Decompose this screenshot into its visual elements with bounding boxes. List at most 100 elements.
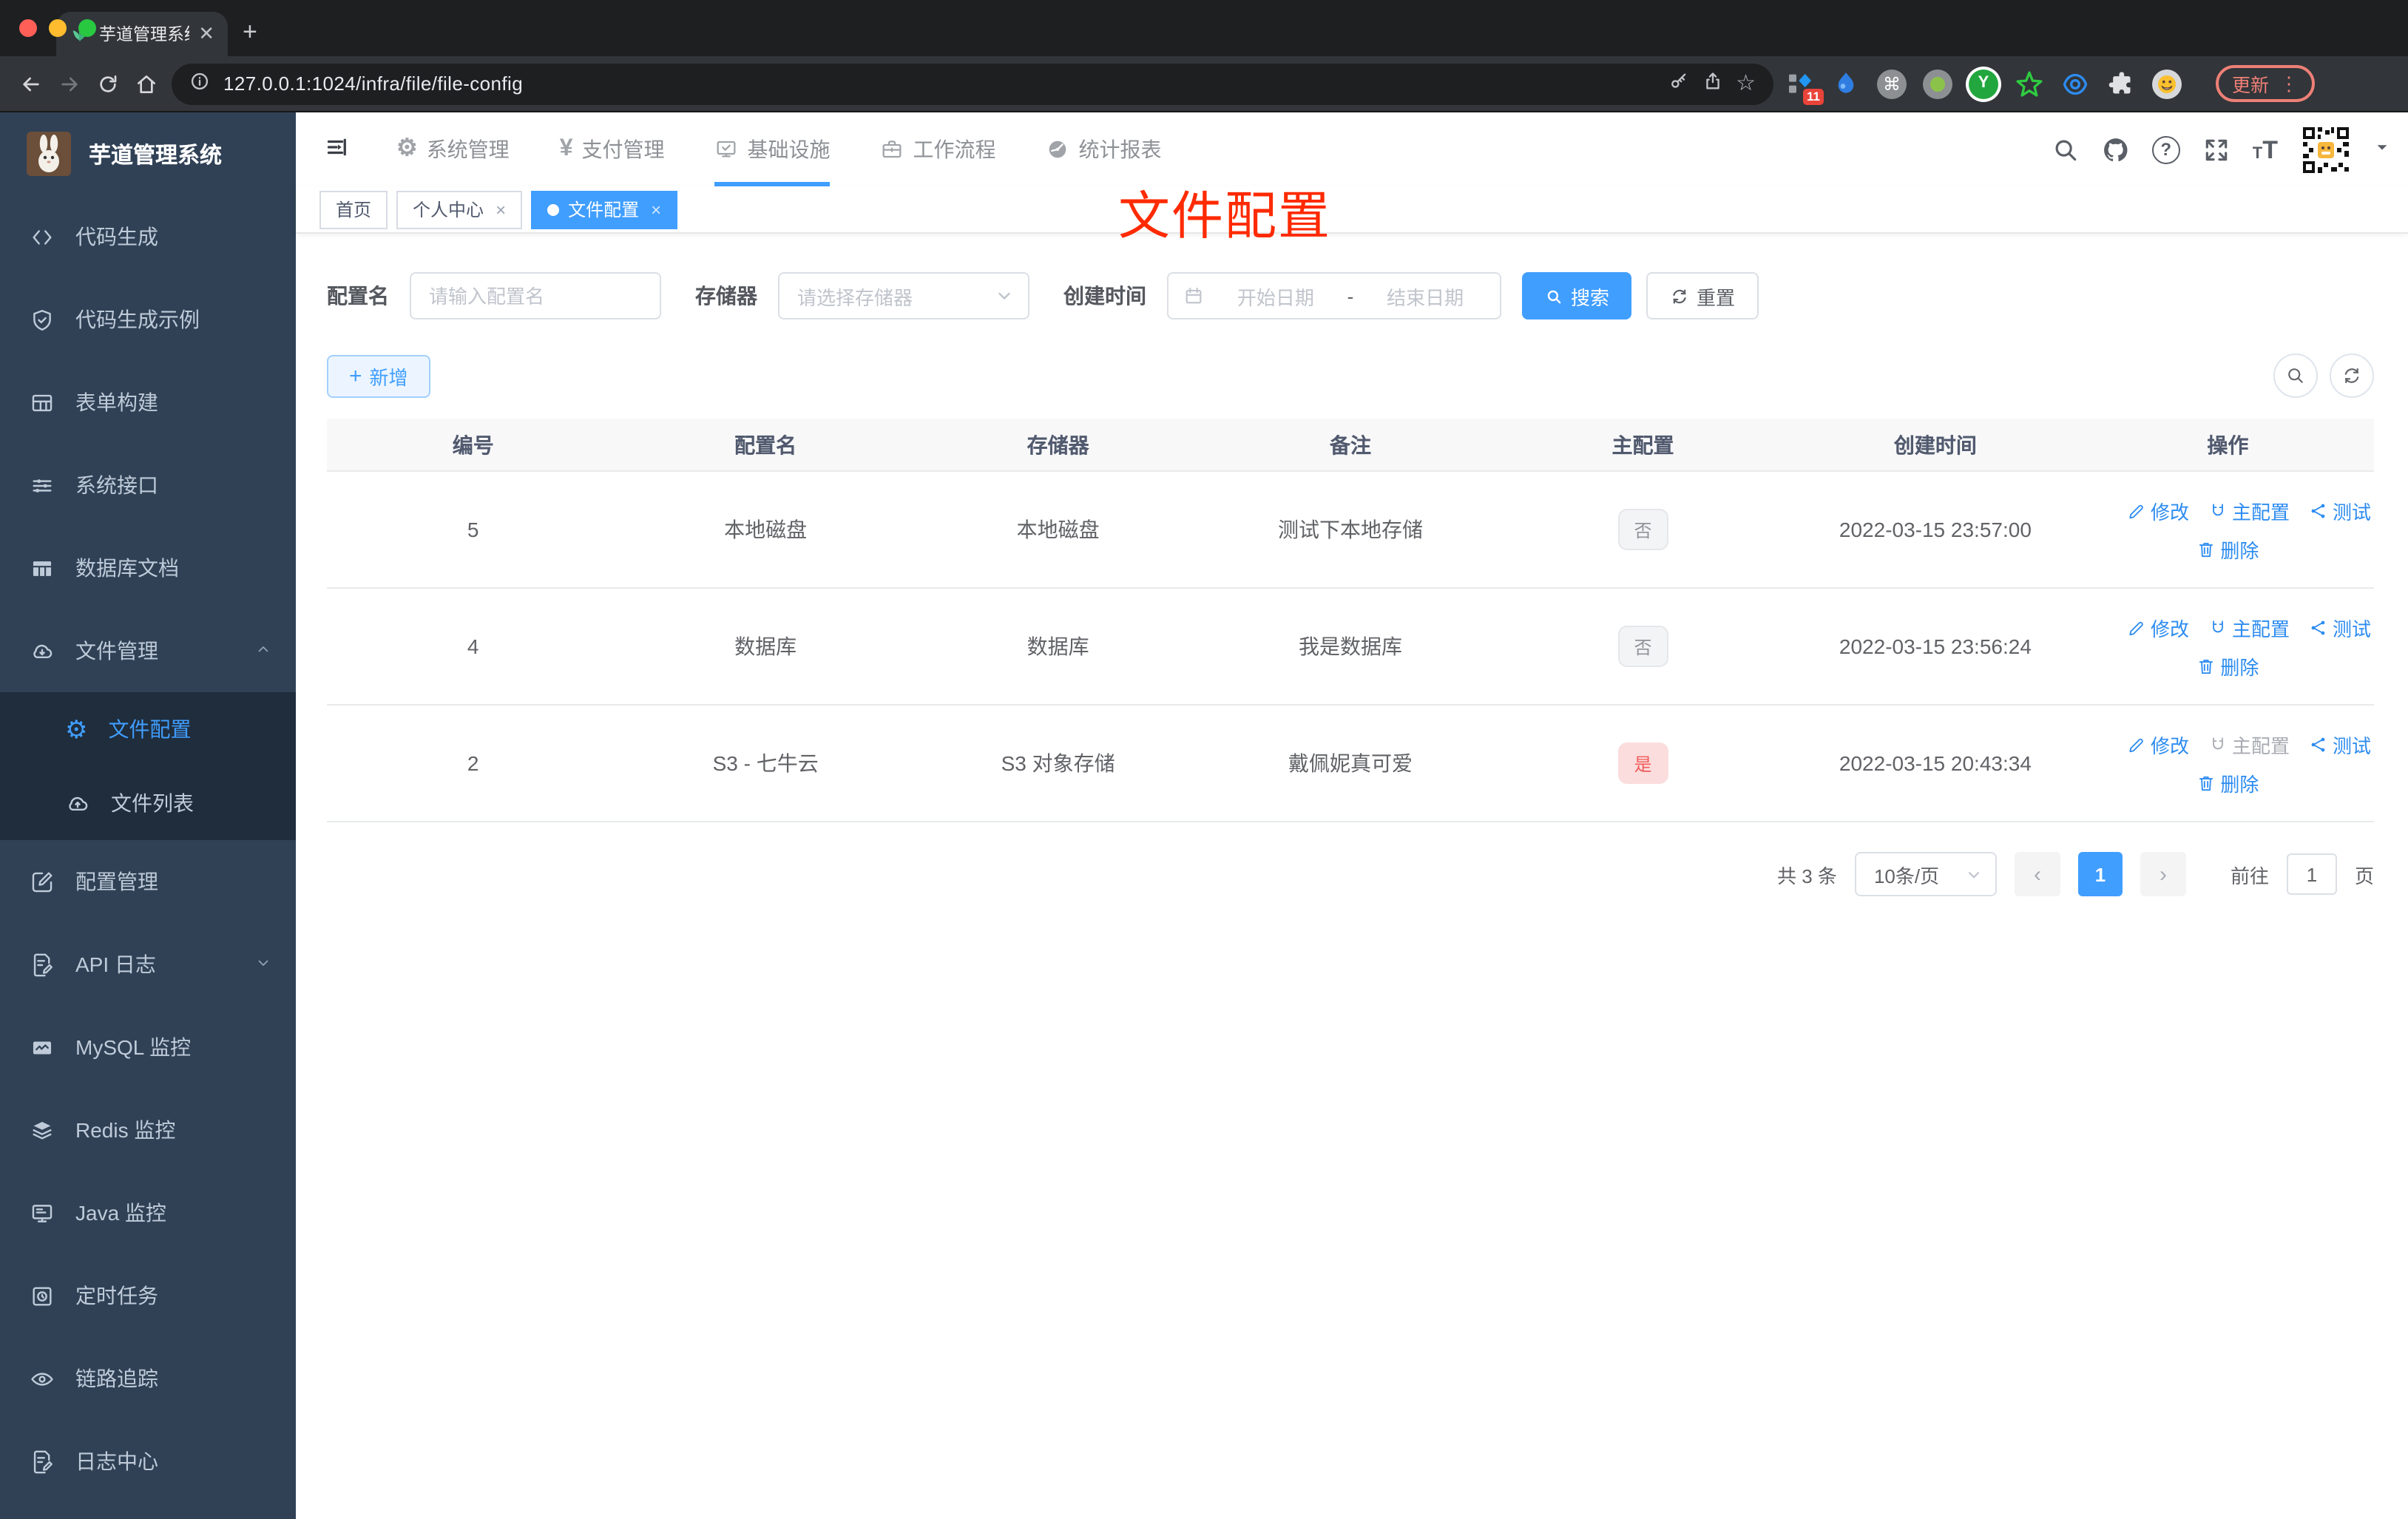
sidebar-item-code-gen-example[interactable]: 代码生成示例	[0, 278, 296, 361]
view-tab-profile[interactable]: 个人中心 ×	[396, 190, 523, 229]
sidebar-item-api-log[interactable]: API 日志	[0, 923, 296, 1006]
delete-link[interactable]: 删除	[2196, 652, 2259, 680]
share-icon[interactable]	[1702, 71, 1722, 96]
sidebar-item-code-gen[interactable]: 代码生成	[0, 195, 296, 278]
extension-drop-icon[interactable]	[1831, 69, 1861, 98]
sidebar-item-file-manage[interactable]: 文件管理	[0, 609, 296, 692]
cell-master: 是	[1497, 742, 1789, 784]
profile-avatar-icon[interactable]	[2152, 69, 2182, 98]
home-button[interactable]	[127, 64, 166, 103]
tab-close-icon[interactable]: ✕	[198, 22, 214, 46]
sidebar-item-redis-monitor[interactable]: Redis 监控	[0, 1089, 296, 1171]
extension-command-icon[interactable]: ⌘	[1877, 69, 1907, 98]
end-date-placeholder[interactable]: 结束日期	[1365, 282, 1485, 310]
close-window-button[interactable]	[19, 19, 37, 37]
sidebar-item-cron-job[interactable]: 定时任务	[0, 1254, 296, 1337]
bookmark-star-icon[interactable]: ☆	[1736, 72, 1756, 95]
magnet-icon	[2208, 618, 2228, 637]
edit-link[interactable]: 修改	[2127, 496, 2189, 524]
extension-star-icon[interactable]	[2015, 69, 2044, 98]
edit-link[interactable]: 修改	[2127, 613, 2189, 641]
extension-y-icon[interactable]: Y	[1969, 69, 1998, 98]
reset-button[interactable]: 重置	[1646, 272, 1759, 319]
app-logo[interactable]: 芋道管理系统	[0, 112, 296, 195]
font-size-icon[interactable]: TT	[2253, 137, 2278, 162]
cell-id: 5	[467, 518, 479, 541]
collapse-sidebar-icon[interactable]	[314, 124, 364, 175]
zoom-window-button[interactable]	[78, 19, 96, 37]
close-icon[interactable]: ×	[651, 199, 661, 220]
sidebar-item-system-api[interactable]: 系统接口	[0, 444, 296, 527]
address-bar[interactable]: 127.0.0.1:1024/infra/file/file-config ☆	[172, 63, 1773, 104]
storage-select[interactable]: 请选择存储器	[778, 272, 1029, 319]
app-title: 芋道管理系统	[89, 143, 223, 168]
sidebar-submenu: ⚙ 文件配置 文件列表	[0, 692, 296, 840]
sidebar-item-config-manage[interactable]: 配置管理	[0, 840, 296, 923]
view-tab-file-config[interactable]: 文件配置 ×	[531, 190, 678, 229]
search-icon[interactable]	[2052, 135, 2080, 163]
url-text[interactable]: 127.0.0.1:1024/infra/file/file-config	[223, 72, 1654, 95]
browser-menu-icon[interactable]: ⋮	[2279, 74, 2299, 93]
reload-button[interactable]	[89, 64, 127, 103]
edit-link[interactable]: 修改	[2127, 730, 2189, 758]
user-avatar[interactable]	[2300, 124, 2352, 175]
extension-tag-assistant-icon[interactable]: 11	[1785, 69, 1824, 104]
sidebar-item-java-monitor[interactable]: Java 监控	[0, 1171, 296, 1254]
new-tab-button[interactable]: +	[243, 18, 257, 47]
browser-update-button[interactable]: 更新 ⋮	[2216, 65, 2316, 102]
chart-monitor-icon	[30, 1035, 55, 1060]
config-name-input[interactable]	[410, 272, 661, 319]
cell-id: 2	[467, 751, 479, 775]
test-link[interactable]: 测试	[2309, 613, 2371, 641]
nav-item-report[interactable]: 统计报表	[1046, 112, 1162, 186]
back-button[interactable]	[12, 64, 50, 103]
sidebar-item-mysql-monitor[interactable]: MySQL 监控	[0, 1006, 296, 1089]
sidebar-item-log-center[interactable]: 日志中心	[0, 1420, 296, 1503]
nav-item-payment[interactable]: ¥ 支付管理	[560, 112, 665, 186]
nav-item-system[interactable]: ⚙ 系统管理	[396, 112, 510, 186]
password-key-icon[interactable]	[1668, 71, 1688, 96]
start-date-placeholder[interactable]: 开始日期	[1216, 282, 1336, 310]
show-search-button[interactable]	[2273, 353, 2318, 398]
close-icon[interactable]: ×	[496, 199, 506, 220]
nav-item-workflow[interactable]: 工作流程	[881, 112, 996, 186]
delete-link[interactable]: 删除	[2196, 535, 2259, 563]
sidebar-item-file-list[interactable]: 文件列表	[0, 766, 296, 840]
master-link[interactable]: 主配置	[2208, 496, 2290, 524]
minimize-window-button[interactable]	[49, 19, 67, 37]
extension-eye-icon[interactable]	[2060, 69, 2090, 98]
extension-dot-icon[interactable]	[1923, 69, 1952, 98]
cell-created: 2022-03-15 20:43:34	[1839, 751, 2032, 775]
sidebar-item-file-config[interactable]: ⚙ 文件配置	[0, 692, 296, 766]
column-header: 备注	[1330, 433, 1372, 456]
next-page-button[interactable]: ›	[2140, 852, 2186, 896]
sidebar-item-db-doc[interactable]: 数据库文档	[0, 527, 296, 609]
site-info-icon[interactable]	[189, 71, 210, 96]
fullscreen-icon[interactable]	[2202, 135, 2231, 163]
sidebar-item-trace[interactable]: 链路追踪	[0, 1337, 296, 1420]
master-tag: 是	[1617, 742, 1668, 784]
github-icon[interactable]	[2102, 135, 2130, 163]
test-link[interactable]: 测试	[2309, 730, 2371, 758]
master-link[interactable]: 主配置	[2208, 730, 2290, 758]
search-button[interactable]: 搜索	[1522, 272, 1632, 319]
nav-item-infra[interactable]: 基础设施	[714, 112, 831, 186]
goto-page-input[interactable]	[2286, 853, 2337, 895]
view-tab-home[interactable]: 首页	[319, 190, 388, 229]
add-button[interactable]: + 新增	[327, 355, 430, 398]
extensions-puzzle-icon[interactable]	[2106, 69, 2136, 98]
forward-button[interactable]	[50, 64, 89, 103]
date-range-picker[interactable]: 开始日期 - 结束日期	[1167, 272, 1501, 319]
test-link[interactable]: 测试	[2309, 496, 2371, 524]
delete-link[interactable]: 删除	[2196, 768, 2259, 796]
sidebar-item-form-builder[interactable]: 表单构建	[0, 361, 296, 444]
refresh-table-button[interactable]	[2330, 353, 2374, 398]
page-1-button[interactable]: 1	[2077, 852, 2123, 896]
master-link[interactable]: 主配置	[2208, 613, 2290, 641]
page-size-select[interactable]: 10条/页	[1854, 852, 1997, 896]
user-caret-down-icon[interactable]	[2374, 136, 2390, 163]
view-tabbar: 首页 个人中心 × 文件配置 ×	[296, 186, 2408, 234]
prev-page-button[interactable]: ‹	[2014, 852, 2060, 896]
screen: 芋道管理系统 ✕ + 127.0.0.1:1024/infra/file/fil…	[0, 0, 2408, 1519]
help-icon[interactable]: ?	[2151, 135, 2180, 163]
